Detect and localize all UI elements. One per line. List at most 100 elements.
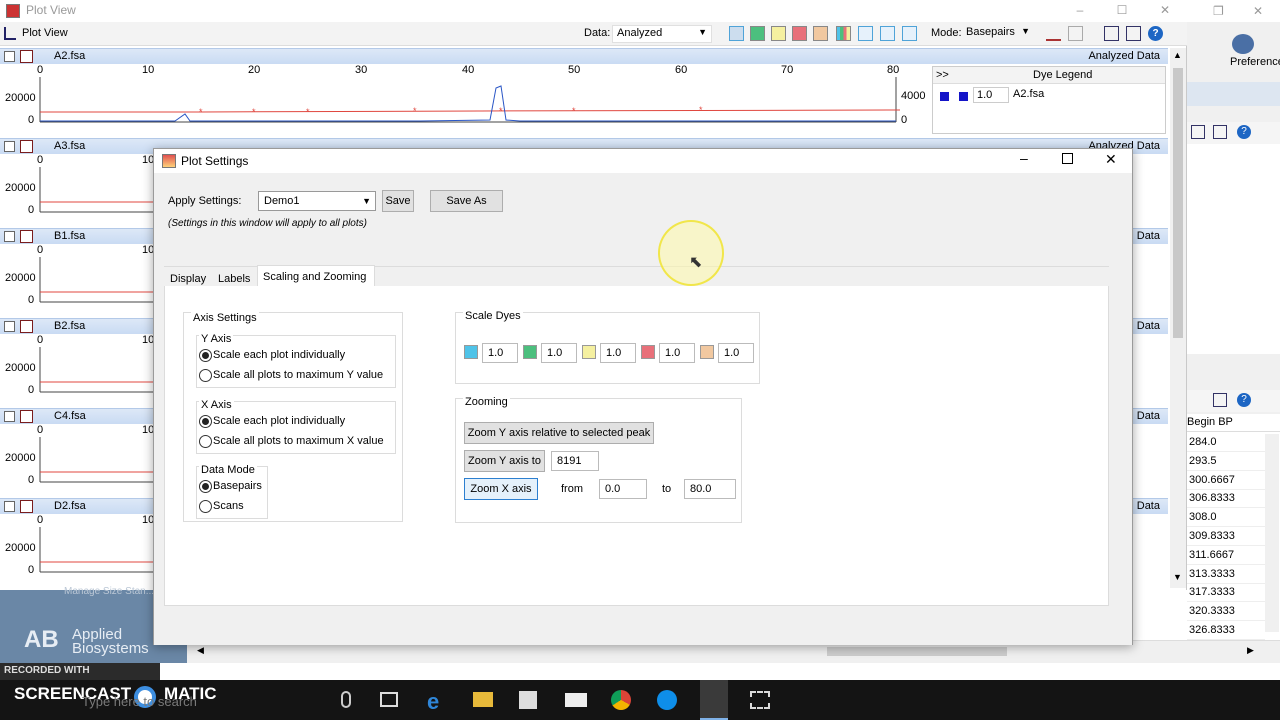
tab-labels[interactable]: Labels — [218, 273, 250, 285]
dye-red-toggle-icon[interactable] — [792, 26, 807, 41]
zoom-y-relative-button[interactable]: Zoom Y axis relative to selected peak — [464, 422, 654, 444]
dye-legend-toggle[interactable]: >> — [936, 69, 949, 81]
dye-scale-input[interactable]: 1.0 — [541, 343, 577, 363]
grid-icon[interactable] — [1213, 393, 1227, 407]
scans-radio[interactable] — [199, 500, 212, 513]
begin-bp-row[interactable]: 309.8333 — [1187, 528, 1265, 546]
scroll-left-icon[interactable]: ◀ — [197, 645, 204, 656]
edge-icon[interactable]: e — [427, 689, 439, 715]
begin-bp-row[interactable]: 300.6667 — [1187, 472, 1265, 490]
bar-chart-icon[interactable] — [1046, 26, 1061, 41]
tab-scaling-and-zooming[interactable]: Scaling and Zooming — [257, 265, 375, 287]
plot-view-tab[interactable]: Plot View — [22, 27, 68, 39]
x-scale-max-label[interactable]: Scale all plots to maximum X value — [213, 435, 384, 447]
x-scale-individually-radio[interactable] — [199, 415, 212, 428]
x-scale-individually-label[interactable]: Scale each plot individually — [213, 415, 345, 427]
mode-select[interactable]: Basepairs ▼ — [962, 25, 1034, 43]
peak-table-icon[interactable] — [880, 26, 895, 41]
store-icon[interactable] — [519, 691, 537, 709]
grid-icon[interactable] — [1213, 125, 1227, 139]
plot-settings-icon[interactable] — [20, 230, 33, 243]
scroll-up-icon[interactable]: ▲ — [1173, 50, 1182, 60]
plot-settings-icon[interactable] — [20, 50, 33, 63]
hscroll-thumb[interactable] — [827, 647, 1007, 656]
plot-checkbox[interactable] — [4, 141, 15, 152]
restore-icon[interactable]: ❐ — [1213, 4, 1224, 18]
preferences-icon[interactable] — [1232, 34, 1254, 54]
sizing-icon[interactable] — [902, 26, 917, 41]
teamviewer-icon[interactable] — [657, 690, 677, 710]
data-select[interactable]: Analyzed ▼ — [612, 25, 712, 43]
tab-display[interactable]: Display — [170, 273, 206, 285]
dye-scale-input[interactable]: 1.0 — [659, 343, 695, 363]
y-scale-individually-label[interactable]: Scale each plot individually — [213, 349, 345, 361]
zoom-x-from-input[interactable]: 0.0 — [599, 479, 647, 499]
basepairs-radio[interactable] — [199, 480, 212, 493]
save-as-button[interactable]: Save As — [430, 190, 503, 212]
apply-settings-select[interactable]: Demo1 ▼ — [258, 191, 376, 211]
plot-checkbox[interactable] — [4, 501, 15, 512]
begin-bp-row[interactable]: 308.0 — [1187, 509, 1265, 528]
microphone-icon[interactable] — [341, 691, 351, 708]
zoom-y-to-button[interactable]: Zoom Y axis to — [464, 450, 545, 472]
y-scale-max-radio[interactable] — [199, 369, 212, 382]
begin-bp-header[interactable]: Begin BP — [1187, 414, 1280, 432]
snipping-tool-icon[interactable] — [750, 691, 770, 709]
table-icon[interactable] — [1104, 26, 1119, 41]
dye-swatch-icon[interactable] — [700, 345, 714, 359]
begin-bp-row[interactable]: 284.0 — [1187, 434, 1265, 452]
save-button[interactable]: Save — [382, 190, 414, 212]
plot-checkbox[interactable] — [4, 51, 15, 62]
minimize-icon[interactable]: – — [1020, 150, 1028, 166]
maximize-icon[interactable]: ☐ — [1100, 0, 1144, 22]
dye-scale-input[interactable]: 1.0 — [482, 343, 518, 363]
begin-bp-row[interactable]: 317.3333 — [1187, 584, 1265, 603]
all-dyes-toggle-icon[interactable] — [836, 26, 851, 41]
plot-settings-icon[interactable] — [20, 140, 33, 153]
dye-swatch-icon[interactable] — [464, 345, 478, 359]
plot-settings-icon[interactable] — [20, 500, 33, 513]
close-icon[interactable]: ✕ — [1143, 0, 1187, 22]
begin-bp-scrollbar[interactable] — [1265, 434, 1279, 632]
begin-bp-row[interactable]: 326.8333 — [1187, 622, 1265, 640]
peak-overlay-icon[interactable] — [858, 26, 873, 41]
begin-bp-row[interactable]: 313.3333 — [1187, 566, 1265, 584]
taskbar-search-input[interactable]: Type here to search — [82, 694, 197, 709]
y-scale-max-label[interactable]: Scale all plots to maximum Y value — [213, 369, 383, 381]
plot-settings-icon[interactable] — [20, 410, 33, 423]
help-icon[interactable]: ? — [1237, 125, 1251, 139]
close-icon[interactable]: ✕ — [1253, 4, 1263, 18]
preferences-label[interactable]: Preferences — [1230, 56, 1280, 68]
plot-scrollbar[interactable]: ▲ ▼ — [1170, 48, 1186, 588]
plot-checkbox[interactable] — [4, 321, 15, 332]
dye-yellow-toggle-icon[interactable] — [771, 26, 786, 41]
dye-scale-input[interactable]: 1.0 — [718, 343, 754, 363]
dye-swatch-icon[interactable] — [641, 345, 655, 359]
begin-bp-row[interactable]: 306.8333 — [1187, 490, 1265, 509]
table-icon[interactable] — [1191, 125, 1205, 139]
x-scale-max-radio[interactable] — [199, 435, 212, 448]
print-icon[interactable] — [1068, 26, 1083, 41]
genemapper-taskbar-icon[interactable] — [700, 680, 728, 720]
scans-label[interactable]: Scans — [213, 500, 244, 512]
y-scale-individually-radio[interactable] — [199, 349, 212, 362]
minimize-icon[interactable]: – — [1058, 0, 1102, 22]
chrome-icon[interactable] — [611, 690, 631, 710]
zoom-y-value-input[interactable]: 8191 — [551, 451, 599, 471]
plot-checkbox[interactable] — [4, 411, 15, 422]
help-icon[interactable]: ? — [1148, 26, 1163, 41]
zoom-x-to-input[interactable]: 80.0 — [684, 479, 736, 499]
plot-header-a2[interactable]: A2.fsa Analyzed Data — [0, 48, 1168, 64]
close-icon[interactable]: ✕ — [1105, 151, 1117, 168]
task-view-icon[interactable] — [380, 692, 398, 707]
scroll-right-icon[interactable]: ▶ — [1247, 645, 1254, 656]
dye-legend-scale[interactable]: 1.0 — [973, 87, 1009, 103]
file-explorer-icon[interactable] — [473, 692, 493, 707]
dye-swatch-icon[interactable] — [523, 345, 537, 359]
begin-bp-row[interactable]: 311.6667 — [1187, 547, 1265, 565]
mail-icon[interactable] — [565, 693, 587, 707]
scroll-thumb[interactable] — [1173, 68, 1183, 338]
dye-swatch-icon[interactable] — [582, 345, 596, 359]
dye-orange-toggle-icon[interactable] — [813, 26, 828, 41]
plot-settings-icon[interactable] — [20, 320, 33, 333]
